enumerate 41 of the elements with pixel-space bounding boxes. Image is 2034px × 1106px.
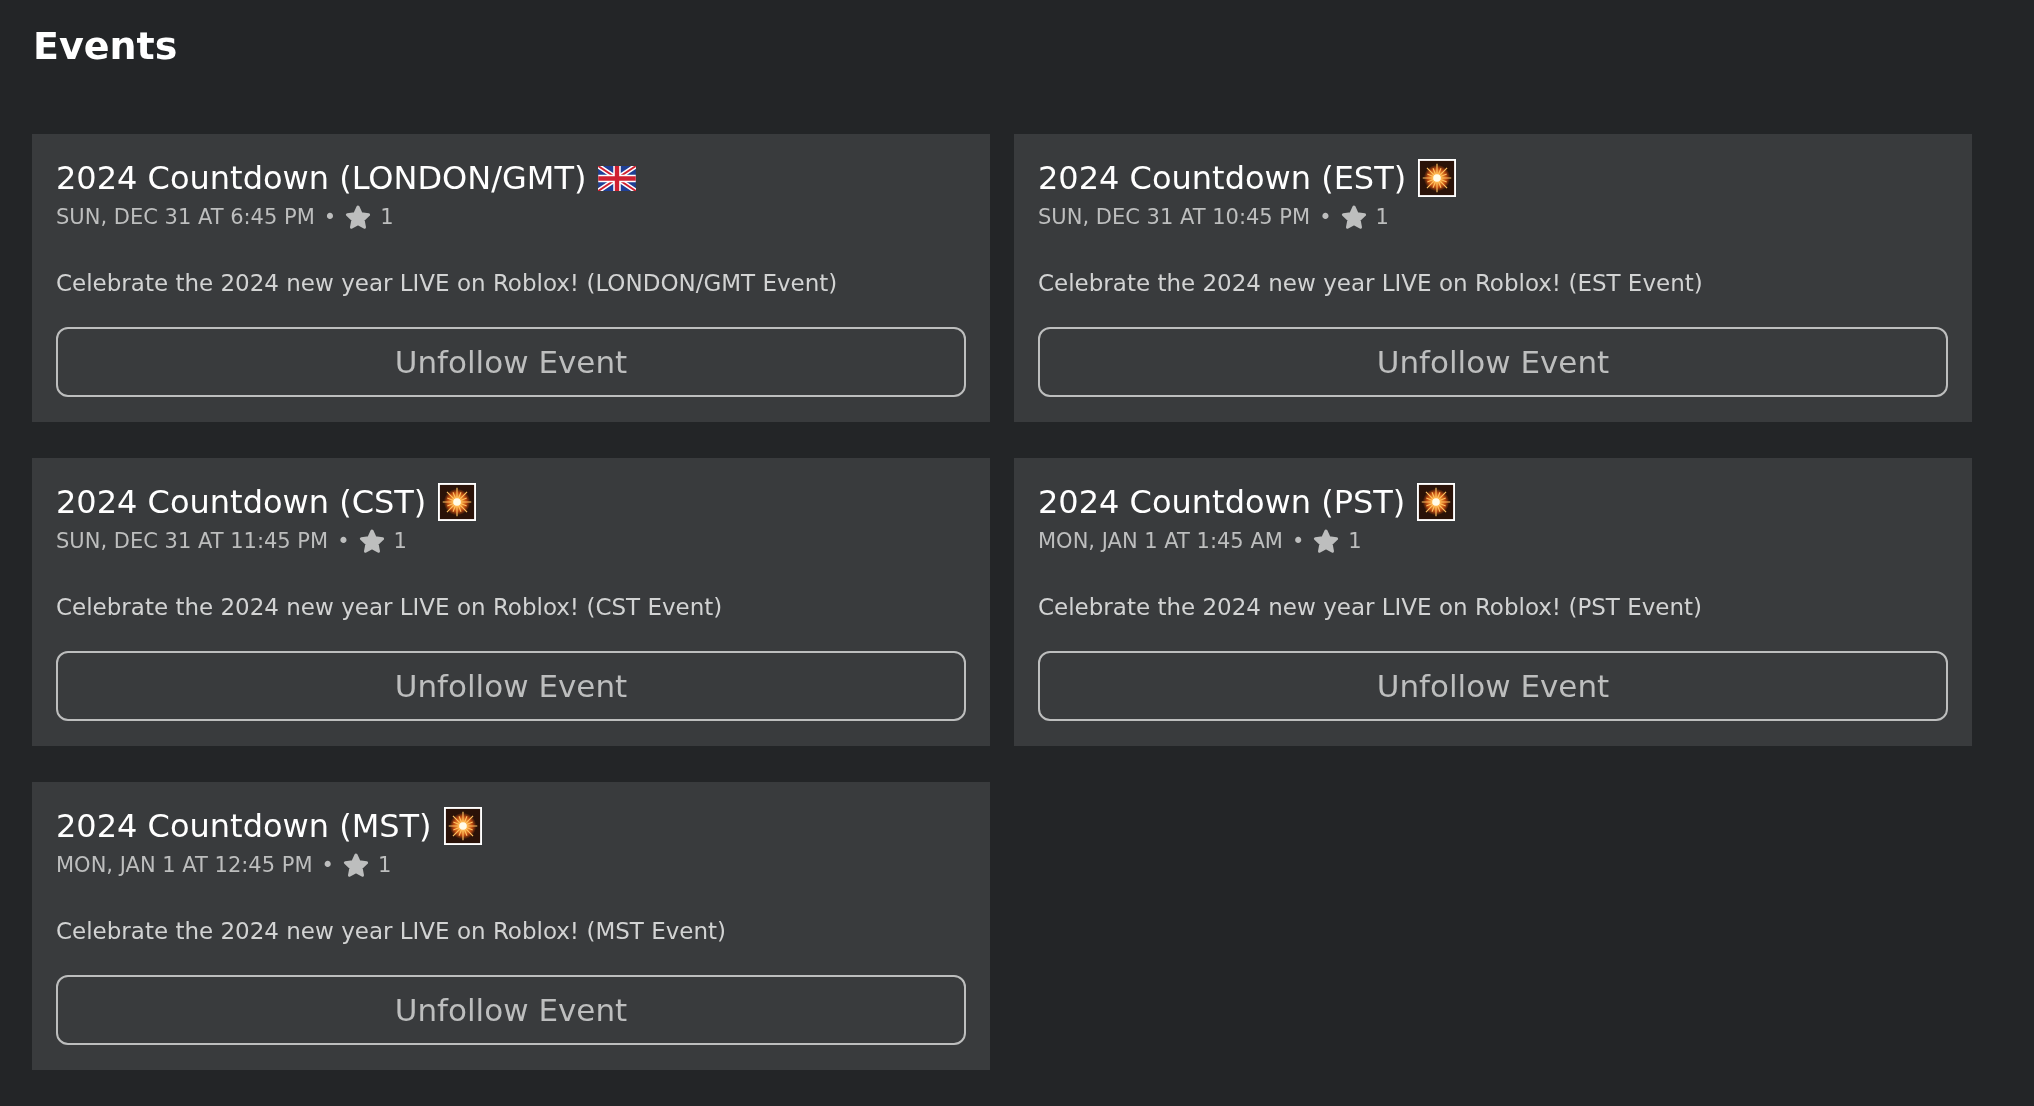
event-date: MON, JAN 1 AT 1:45 AM xyxy=(1038,528,1283,555)
page-title: Events xyxy=(32,23,178,70)
unfollow-button[interactable]: Unfollow Event xyxy=(56,651,966,721)
flag-icon xyxy=(598,165,637,191)
star-icon xyxy=(345,204,372,230)
unfollow-button[interactable]: Unfollow Event xyxy=(56,327,966,397)
event-date: SUN, DEC 31 AT 11:45 PM xyxy=(56,528,329,555)
firework-icon xyxy=(1418,159,1457,197)
star-count: 1 xyxy=(393,528,407,555)
star-count: 1 xyxy=(1375,204,1389,231)
event-date: MON, JAN 1 AT 12:45 PM xyxy=(56,852,313,879)
event-title: 2024 Countdown (LONDON/GMT) xyxy=(56,158,587,198)
event-description: Celebrate the 2024 new year LIVE on Roblox! (LONDON/GMT Event) xyxy=(56,269,839,298)
firework-icon xyxy=(438,483,477,521)
star-icon xyxy=(1340,204,1367,230)
star-icon xyxy=(358,528,385,554)
unfollow-button[interactable]: Unfollow Event xyxy=(1038,651,1948,721)
star-count: 1 xyxy=(380,204,394,231)
star-icon xyxy=(342,852,369,878)
event-date: SUN, DEC 31 AT 10:45 PM xyxy=(1038,204,1311,231)
unfollow-button[interactable]: Unfollow Event xyxy=(56,975,966,1045)
firework-icon xyxy=(443,807,482,845)
separator-dot: • xyxy=(321,852,334,879)
star-count: 1 xyxy=(377,852,392,879)
event-date: SUN, DEC 31 AT 6:45 PM xyxy=(56,204,315,231)
star-icon xyxy=(1313,528,1340,554)
unfollow-button[interactable]: Unfollow Event xyxy=(1038,327,1948,397)
event-description: Celebrate the 2024 new year LIVE on Roblox! (CST Event) xyxy=(56,593,724,622)
separator-dot: • xyxy=(337,528,350,555)
separator-dot: • xyxy=(1291,528,1305,555)
event-description: Celebrate the 2024 new year LIVE on Roblox! (MST Event) xyxy=(56,917,728,946)
event-title: 2024 Countdown (PST) xyxy=(1038,482,1406,522)
star-count: 1 xyxy=(1348,528,1362,555)
event-title: 2024 Countdown (EST) xyxy=(1038,158,1407,198)
event-description: Celebrate the 2024 new year LIVE on Roblox! (EST Event) xyxy=(1038,269,1704,298)
separator-dot: • xyxy=(323,204,337,231)
event-description: Celebrate the 2024 new year LIVE on Roblox! (PST Event) xyxy=(1038,593,1704,622)
firework-icon xyxy=(1417,483,1456,521)
event-title: 2024 Countdown (MST) xyxy=(56,806,432,846)
event-title: 2024 Countdown (CST) xyxy=(56,482,427,522)
separator-dot: • xyxy=(1319,204,1332,231)
